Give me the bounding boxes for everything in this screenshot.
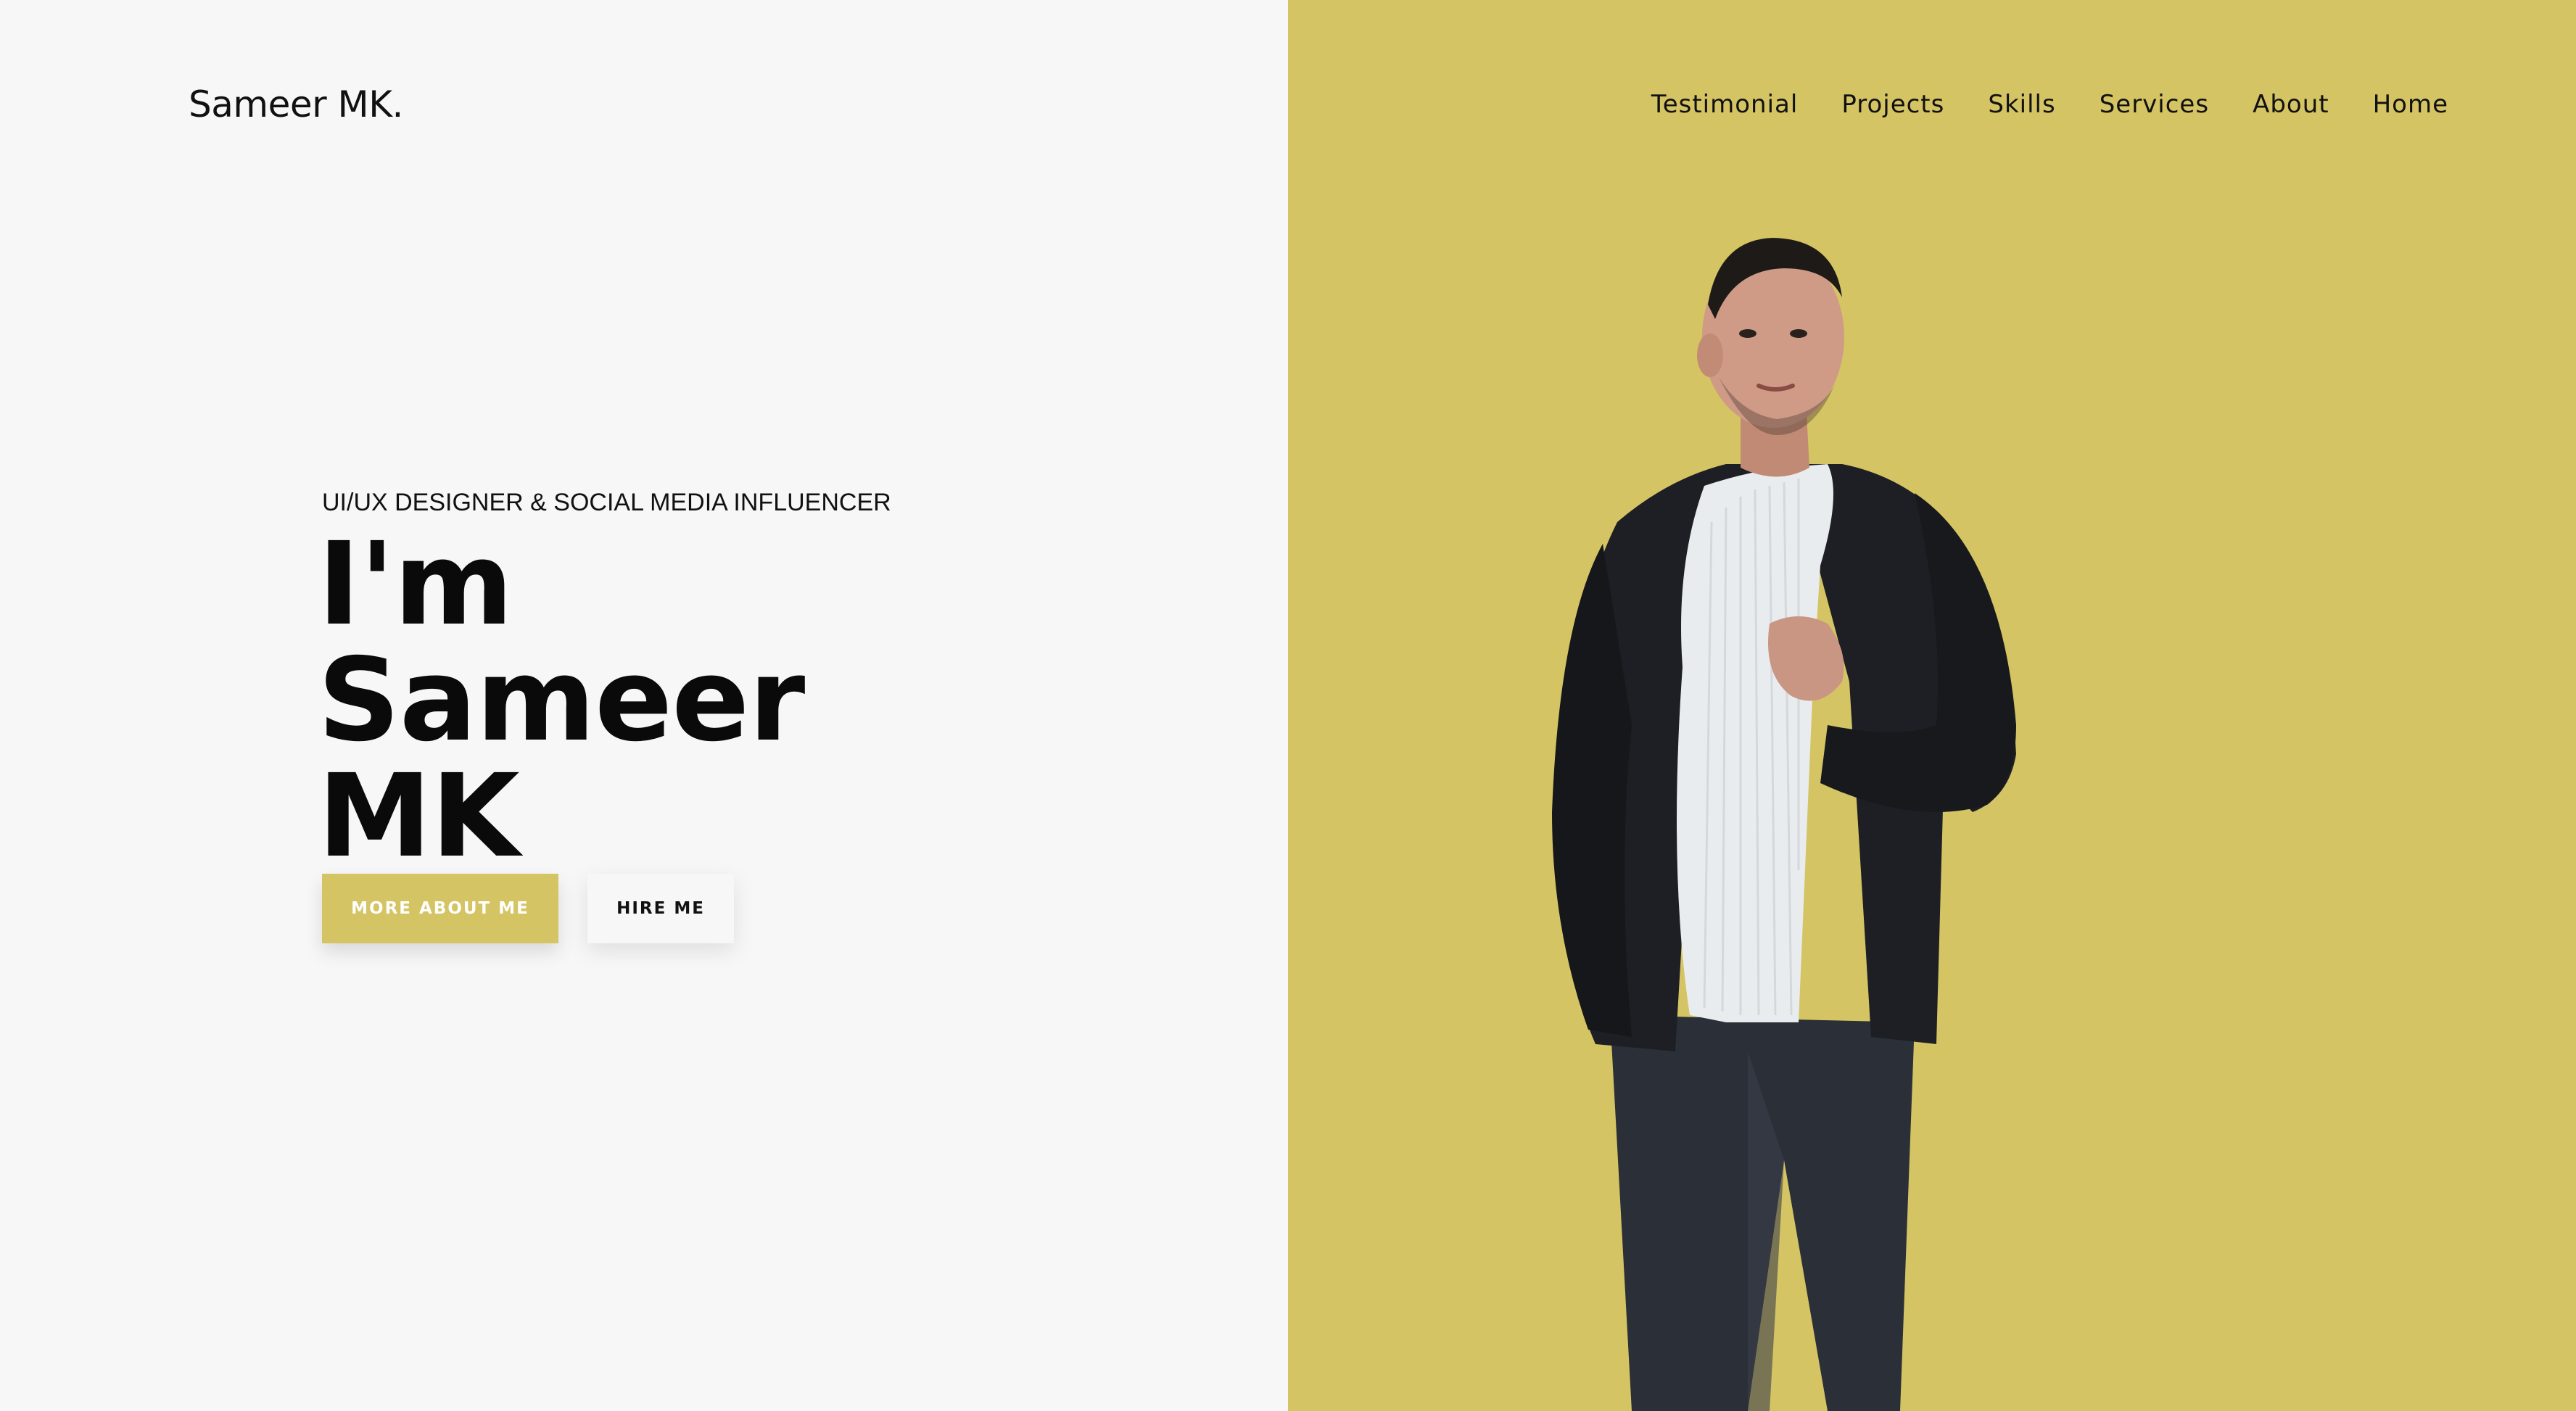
hero-section: UI/UX DESIGNER & SOCIAL MEDIA INFLUENCER… — [318, 486, 1120, 874]
nav-link-home[interactable]: Home — [2373, 86, 2448, 123]
headline-line-2: Sameer — [318, 634, 805, 767]
hero-subtitle: UI/UX DESIGNER & SOCIAL MEDIA INFLUENCER — [322, 489, 891, 516]
more-about-me-button[interactable]: MORE ABOUT ME — [322, 874, 558, 943]
main-nav: Testimonial Projects Skills Services Abo… — [1608, 86, 2448, 123]
hero-headline: I'm Sameer MK — [318, 526, 1120, 874]
nav-link-testimonial[interactable]: Testimonial — [1651, 86, 1799, 123]
nav-link-skills[interactable]: Skills — [1988, 86, 2055, 123]
nav-link-projects[interactable]: Projects — [1841, 86, 1944, 123]
nav-link-about[interactable]: About — [2253, 86, 2329, 123]
headline-line-3: MK — [318, 750, 520, 883]
hire-me-button[interactable]: HIRE ME — [587, 874, 734, 943]
site-logo[interactable]: Sameer MK. — [189, 81, 403, 128]
nav-link-services[interactable]: Services — [2100, 86, 2209, 123]
hero-actions: MORE ABOUT ME HIRE ME — [322, 874, 734, 943]
page: Sameer MK. Testimonial Projects Skills S… — [0, 0, 2576, 1411]
headline-line-1: I'm — [318, 518, 513, 651]
portrait-image — [1508, 218, 2031, 1411]
